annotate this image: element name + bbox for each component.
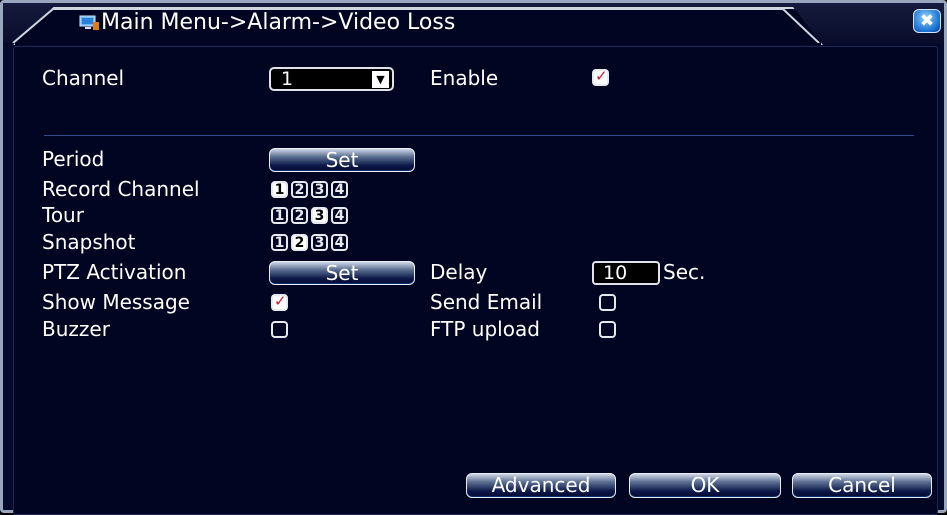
record-channel-1[interactable]: 1 [271,181,288,198]
close-button[interactable]: ✖ [913,9,941,33]
send-email-label: Send Email [430,290,543,314]
window-title: Main Menu->Alarm->Video Loss [101,10,456,35]
enable-label: Enable [430,66,499,90]
enable-checkbox[interactable]: ✓ [592,67,609,86]
channel-value: 1 [281,68,294,90]
tour-channel-2[interactable]: 2 [291,207,308,224]
tour-channel-1[interactable]: 1 [271,207,288,224]
show-message-label: Show Message [42,290,190,314]
record-channel-3[interactable]: 3 [311,181,328,198]
delay-label: Delay [430,260,488,284]
channel-label: Channel [42,66,125,90]
check-icon: ✓ [595,67,608,85]
section-divider [44,135,914,136]
ptz-activation-label: PTZ Activation [42,260,187,284]
ptz-set-button[interactable]: Set [269,261,415,285]
buzzer-label: Buzzer [42,317,110,341]
close-icon: ✖ [919,11,935,31]
delay-input[interactable]: 10 [592,261,660,285]
record-channel-label: Record Channel [42,177,200,201]
cancel-button[interactable]: Cancel [792,473,932,498]
tour-channel-4[interactable]: 4 [331,207,348,224]
ftp-upload-label: FTP upload [430,317,540,341]
advanced-button[interactable]: Advanced [466,473,616,498]
snapshot-channel-1[interactable]: 1 [271,234,288,251]
buzzer-checkbox[interactable] [271,321,288,338]
delay-value: 10 [603,262,628,284]
period-set-button[interactable]: Set [269,148,415,172]
period-label: Period [42,147,105,171]
channel-select[interactable]: 1 ▼ [269,67,394,91]
send-email-checkbox[interactable] [599,294,616,311]
record-channel-2[interactable]: 2 [291,181,308,198]
record-channel-4[interactable]: 4 [331,181,348,198]
monitor-icon [79,15,99,30]
tour-label: Tour [42,203,84,227]
ok-button[interactable]: OK [629,473,781,498]
video-loss-dialog: Main Menu->Alarm->Video Loss ✖ Channel 1… [0,0,947,515]
snapshot-channel-3[interactable]: 3 [311,234,328,251]
snapshot-label: Snapshot [42,230,136,254]
delay-unit: Sec. [663,260,706,284]
check-icon: ✓ [274,292,287,310]
ftp-upload-checkbox[interactable] [599,321,616,338]
tour-channel-3[interactable]: 3 [311,207,328,224]
snapshot-channel-4[interactable]: 4 [331,234,348,251]
snapshot-channel-2[interactable]: 2 [291,234,308,251]
chevron-down-icon: ▼ [372,71,389,88]
title-bar: Main Menu->Alarm->Video Loss ✖ [3,3,944,45]
content-panel: Channel 1 ▼ Enable ✓ Period Set Record C… [13,46,938,515]
show-message-checkbox[interactable]: ✓ [271,292,288,311]
